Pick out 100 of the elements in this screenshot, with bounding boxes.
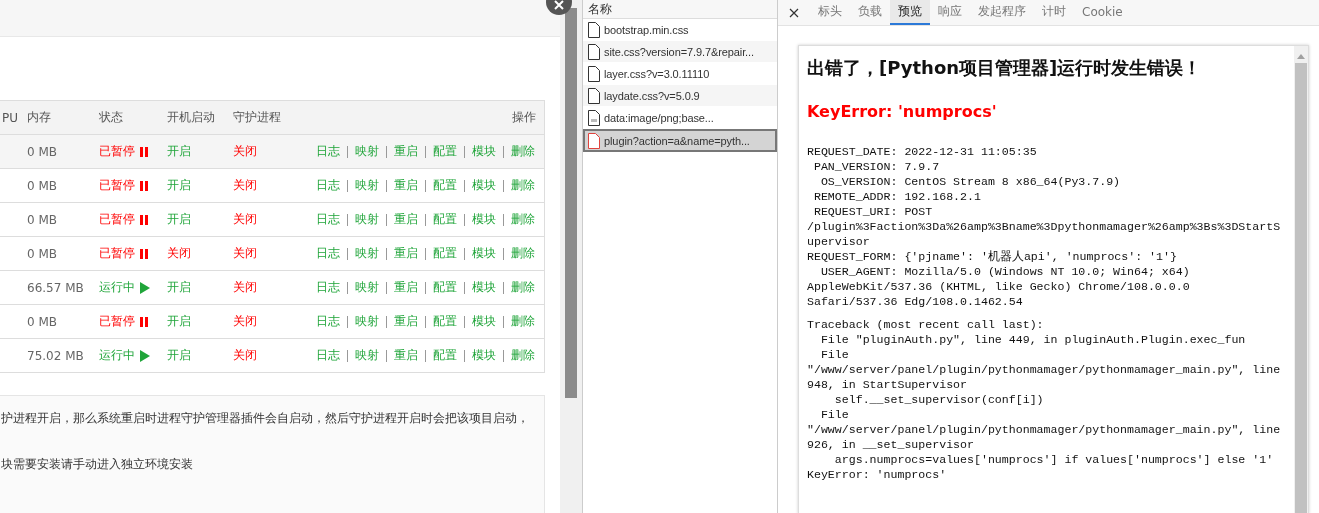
code-line: PAN_VERSION: 7.9.7 [812, 159, 941, 174]
action-link[interactable]: 日志 [315, 313, 341, 330]
tab[interactable]: 响应 [930, 0, 970, 25]
action-link[interactable]: 日志 [315, 347, 341, 364]
toggle-link[interactable]: 开启 [167, 347, 191, 364]
action-link[interactable]: 模块 [471, 279, 497, 296]
tab[interactable]: 计时 [1034, 0, 1074, 25]
action-link[interactable]: 重启 [393, 177, 419, 194]
action-link[interactable]: 重启 [393, 313, 419, 330]
action-link[interactable]: 模块 [471, 313, 497, 330]
action-link[interactable]: 重启 [393, 143, 419, 160]
toggle-link[interactable]: 关闭 [233, 347, 257, 364]
action-link[interactable]: 映射 [354, 211, 380, 228]
action-link[interactable]: 映射 [354, 177, 380, 194]
action-link[interactable]: 配置 [432, 211, 458, 228]
tab[interactable]: 负载 [850, 0, 890, 25]
action-link[interactable]: 日志 [315, 177, 341, 194]
toggle-link[interactable]: 开启 [167, 313, 191, 330]
table-cell: 0 MB [27, 212, 58, 227]
toggle-link[interactable]: 开启 [167, 177, 191, 194]
toggle-link[interactable]: 关闭 [233, 279, 257, 296]
code-line: REQUEST_FORM: {'pjname': '机器人api', 'numprocs': '1'} [807, 249, 1178, 264]
scrollbar-thumb[interactable] [565, 8, 577, 398]
action-link[interactable]: 配置 [432, 313, 458, 330]
request-row[interactable]: site.css?version=7.9.7&repair... [583, 41, 777, 63]
code-line: AppleWebKit/537.36 (KHTML, like Gecko) Chrome/108.0.0.0 [807, 279, 1191, 294]
code-line: Traceback (most recent call last): [807, 317, 1045, 332]
action-link[interactable]: 重启 [393, 211, 419, 228]
action-link[interactable]: 重启 [393, 347, 419, 364]
arrow-up-icon[interactable] [1297, 54, 1305, 59]
column-header: 名称 [583, 0, 777, 19]
table-cell: 66.57 MB [27, 280, 84, 295]
toggle-link[interactable]: 开启 [167, 211, 191, 228]
action-link[interactable]: 映射 [354, 245, 380, 262]
table-cell: 0 MB [27, 246, 58, 261]
document-icon [588, 87, 600, 104]
request-row[interactable]: laydate.css?v=5.0.9 [583, 85, 777, 107]
action-link[interactable]: 映射 [354, 279, 380, 296]
action-link[interactable]: 日志 [315, 211, 341, 228]
toggle-link[interactable]: 开启 [167, 279, 191, 296]
code-line: upervisor [807, 234, 871, 249]
code-line: args.numprocs=values['numprocs'] if values['numprocs'] else '1' [833, 452, 1275, 467]
tab[interactable]: 预览 [890, 0, 930, 25]
code-line: 948, in StartSupervisor [807, 377, 969, 392]
document-icon [588, 43, 600, 60]
tab[interactable]: 发起程序 [970, 0, 1034, 25]
document-icon [588, 65, 600, 82]
action-link[interactable]: 重启 [393, 245, 419, 262]
pause-icon [140, 316, 148, 327]
action-link[interactable]: 删除 [510, 143, 536, 160]
action-link[interactable]: 删除 [510, 245, 536, 262]
action-link[interactable]: 配置 [432, 279, 458, 296]
action-link[interactable]: 映射 [354, 347, 380, 364]
action-link[interactable]: 模块 [471, 245, 497, 262]
code-line: REMOTE_ADDR: 192.168.2.1 [812, 189, 982, 204]
pause-icon [140, 146, 148, 157]
action-link[interactable]: 日志 [315, 143, 341, 160]
code-line: OS_VERSION: CentOS Stream 8 x86_64(Py3.7.9) [819, 174, 1122, 189]
toggle-link[interactable]: 关闭 [167, 245, 191, 262]
status-label: 已暂停 [99, 143, 135, 160]
action-link[interactable]: 配置 [432, 347, 458, 364]
action-link[interactable]: 日志 [315, 245, 341, 262]
toggle-link[interactable]: 关闭 [233, 211, 257, 228]
request-row[interactable]: plugin?action=a&name=pyth... [583, 129, 777, 152]
action-link[interactable]: 配置 [432, 177, 458, 194]
status-label: 已暂停 [99, 177, 135, 194]
action-link[interactable]: 配置 [432, 245, 458, 262]
action-link[interactable]: 重启 [393, 279, 419, 296]
document-icon [588, 132, 600, 149]
action-link[interactable]: 日志 [315, 279, 341, 296]
code-line: File "pluginAuth.py", line 449, in pluginAuth.Plugin.exec_fun [819, 332, 1247, 347]
pause-icon [140, 180, 148, 191]
action-link[interactable]: 删除 [510, 279, 536, 296]
table-cell: 75.02 MB [27, 348, 84, 363]
action-link[interactable]: 模块 [471, 211, 497, 228]
scrollbar-thumb[interactable] [1295, 63, 1307, 513]
column-header: 内存 [27, 109, 51, 126]
status-label: 已暂停 [99, 211, 135, 228]
action-link[interactable]: 模块 [471, 347, 497, 364]
image-file-icon [588, 109, 600, 126]
code-line: "/www/server/panel/plugin/pythonmamager/pythonmamager_main.py", line [807, 362, 1282, 377]
toggle-link[interactable]: 关闭 [233, 245, 257, 262]
action-link[interactable]: 删除 [510, 347, 536, 364]
action-link[interactable]: 模块 [471, 177, 497, 194]
scrollbar[interactable] [1294, 46, 1308, 513]
action-link[interactable]: 删除 [510, 211, 536, 228]
play-icon [140, 349, 150, 362]
action-link[interactable]: 配置 [432, 143, 458, 160]
toggle-link[interactable]: 开启 [167, 143, 191, 160]
tab[interactable]: 标头 [810, 0, 850, 25]
action-link[interactable]: 模块 [471, 143, 497, 160]
action-link[interactable]: 映射 [354, 143, 380, 160]
action-link[interactable]: 删除 [510, 313, 536, 330]
toggle-link[interactable]: 关闭 [233, 177, 257, 194]
table-cell: 0 MB [27, 314, 58, 329]
action-link[interactable]: 映射 [354, 313, 380, 330]
toggle-link[interactable]: 关闭 [233, 143, 257, 160]
action-link[interactable]: 删除 [510, 177, 536, 194]
toggle-link[interactable]: 关闭 [233, 313, 257, 330]
tab[interactable]: Cookie [1074, 0, 1131, 25]
